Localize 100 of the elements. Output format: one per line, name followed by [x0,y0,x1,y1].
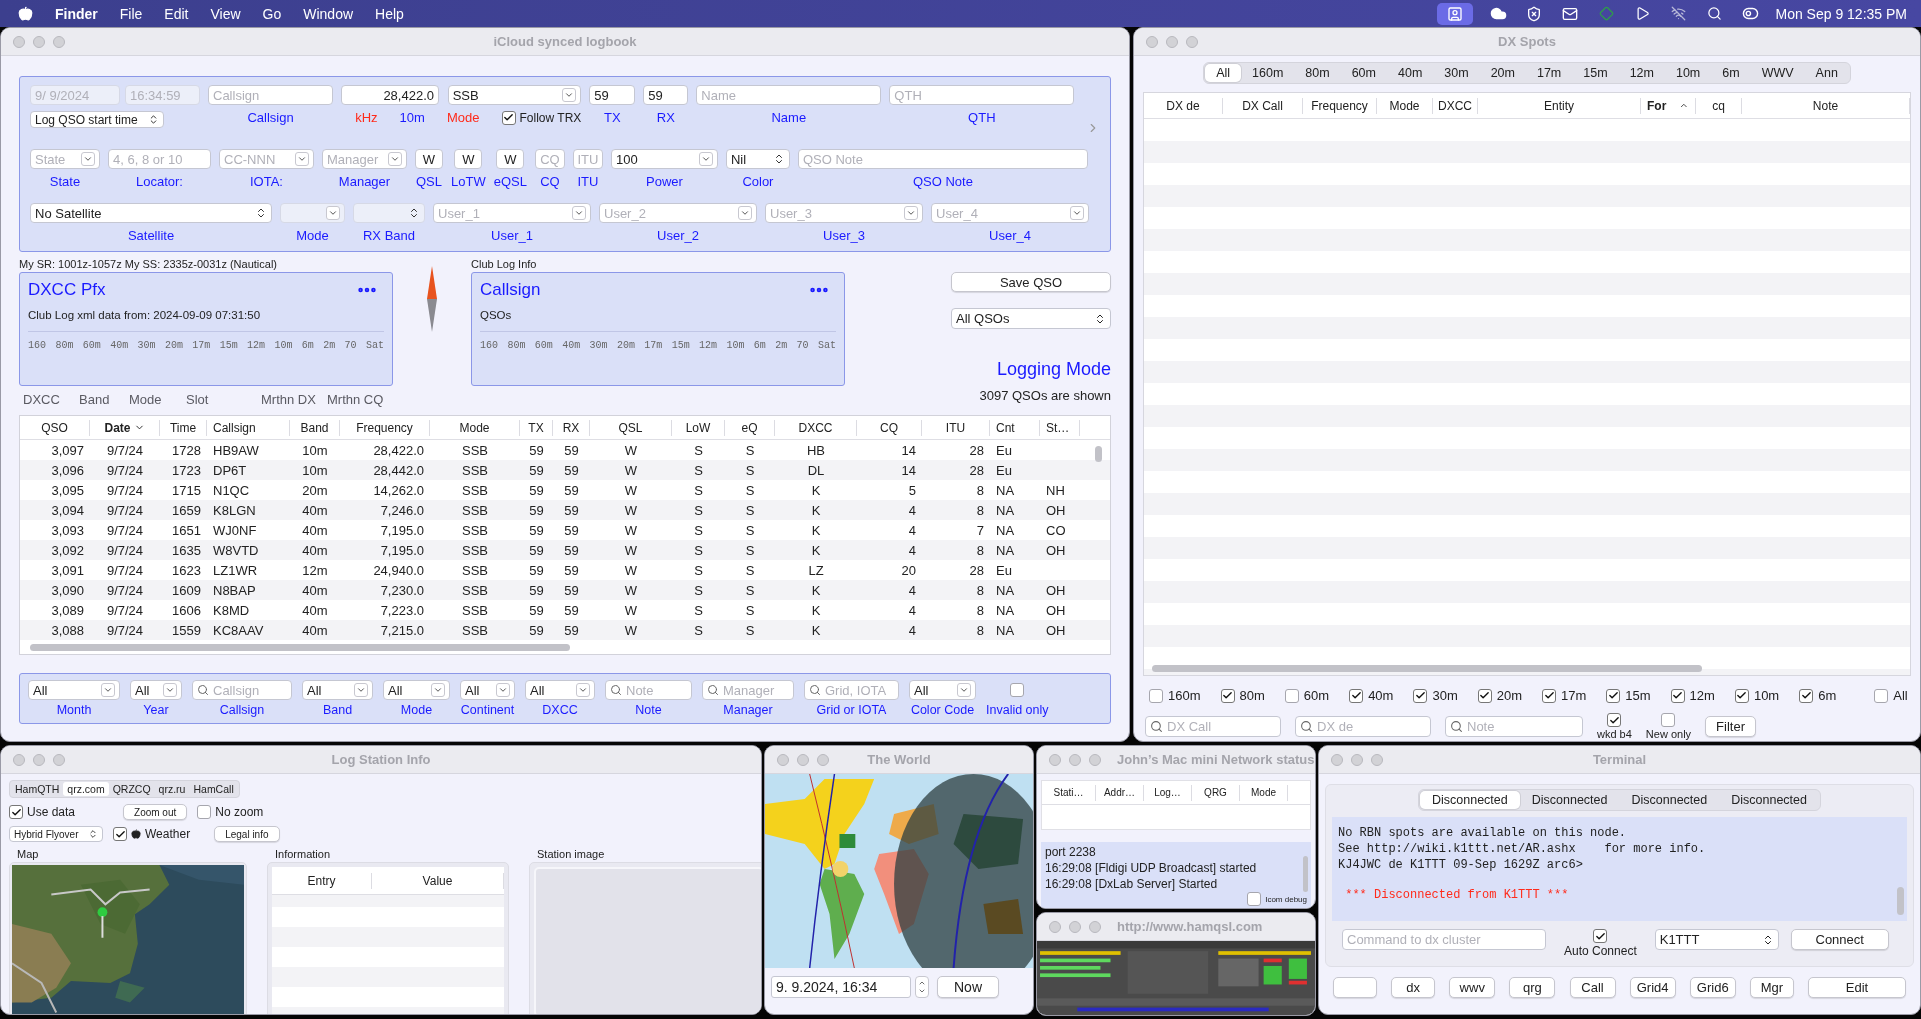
checkbox[interactable] [197,805,212,819]
column-header[interactable]: cq [1696,97,1742,114]
input-field[interactable]: W [496,149,525,169]
menu-item[interactable]: Edit [164,5,189,22]
command-button[interactable]: Mgr [1749,977,1794,998]
band-tab[interactable]: 17m [1525,64,1573,82]
band-tab[interactable]: All [1205,64,1242,82]
zoom-button[interactable] [1089,920,1101,933]
band-tab[interactable]: 12m [1618,64,1665,82]
legal-info-button[interactable]: Legal info [214,826,280,842]
table-row[interactable]: 3,096 9/7/24 1723 DP6T 10m 28,442.0 SSB 59 59 W S S DL 14 28 Eu [20,460,1110,480]
menu-item[interactable]: File [119,5,143,22]
minimize-button[interactable] [33,35,45,48]
column-header[interactable]: DXCC [775,419,857,436]
column-header[interactable]: Note [1742,97,1910,114]
node-select[interactable]: K1TTT [1654,929,1779,950]
input-field[interactable]: W [454,149,483,169]
filter-select[interactable]: All [525,680,595,700]
zoom-out-button[interactable]: Zoom out [123,804,188,820]
column-header[interactable]: Time [160,419,207,436]
close-button[interactable] [1049,753,1061,766]
table-row[interactable]: 3,090 9/7/24 1609 N8BAP 40m 7,230.0 SSB 59 59 W S S K 4 8 NA OH [20,580,1110,600]
checkbox[interactable] [1799,688,1814,703]
checkbox[interactable] [1874,688,1889,703]
stepper[interactable] [915,976,929,998]
command-button[interactable]: dx [1391,977,1436,998]
column-header[interactable]: eQ [725,419,775,436]
column-header[interactable]: DX de [1144,97,1223,114]
band-tab[interactable]: 30m [1433,64,1480,82]
minimize-button[interactable] [1166,35,1178,48]
column-header[interactable]: QSL [590,419,672,436]
band-tab[interactable]: WWV [1750,64,1805,82]
band-tab[interactable]: 60m [1340,64,1387,82]
checkbox[interactable] [501,110,516,125]
close-button[interactable] [1331,753,1343,766]
input-field[interactable]: 28,422.0 [341,85,439,105]
command-button[interactable]: Grid4 [1629,977,1676,998]
minimize-button[interactable] [1069,920,1081,933]
band-tab[interactable]: 160m [1241,64,1295,82]
column-header[interactable]: Stati… [1042,784,1096,801]
apple-menu-icon[interactable] [18,6,33,21]
filter-select[interactable]: All [28,680,120,700]
connection-tab[interactable]: Disconnected [1519,791,1620,809]
select-field[interactable]: Nil [725,149,790,169]
app-menu[interactable]: Finder [55,5,98,22]
zoom-button[interactable] [53,35,65,48]
band-tab[interactable]: 10m [1664,64,1712,82]
command-button[interactable]: Grid6 [1689,977,1736,998]
input-field[interactable]: 59 [643,85,689,105]
checkbox[interactable] [113,827,127,841]
zoom-button[interactable] [53,753,65,766]
select-field[interactable]: SSB [447,85,581,105]
column-header[interactable]: DX Call [1223,97,1303,114]
table-row[interactable]: 3,094 9/7/24 1659 K8LGN 40m 7,246.0 SSB 59 59 W S S K 4 8 NA OH [20,500,1110,520]
source-tab[interactable]: qrz.ru [154,782,190,796]
close-button[interactable] [1049,920,1061,933]
checkbox[interactable] [1349,688,1364,703]
column-header[interactable]: Value [372,872,504,889]
column-header[interactable]: Entry [272,872,372,889]
connection-tab[interactable]: Disconnected [1719,791,1819,809]
now-button[interactable]: Now [937,976,999,998]
filter-select[interactable]: All [302,680,373,700]
command-button[interactable]: qrg [1509,977,1556,998]
input-field[interactable]: W [415,149,443,169]
scrollbar[interactable] [1897,887,1904,915]
close-button[interactable] [777,753,789,766]
close-button[interactable] [13,753,25,766]
column-header[interactable]: QRG [1192,784,1240,801]
source-tab[interactable]: HamQTH [11,782,64,796]
column-header[interactable]: Mode [430,419,520,436]
scrollbar[interactable] [1095,446,1102,462]
select-field[interactable]: 100 [610,149,718,169]
filter-button[interactable]: Filter [1705,716,1756,737]
source-tab[interactable]: QRZCQ [108,782,155,796]
band-tab[interactable]: 15m [1572,64,1619,82]
scrollbar[interactable] [30,644,570,651]
status-item[interactable] [1437,2,1474,25]
minimize-button[interactable] [33,753,45,766]
band-tab[interactable]: 80m [1294,64,1341,82]
view-select[interactable]: All QSOs [951,308,1111,329]
minimize-button[interactable] [797,753,809,766]
command-button[interactable]: wwv [1449,977,1496,998]
checkbox[interactable] [1477,688,1492,703]
filter-select[interactable]: All [130,680,182,700]
band-tab[interactable]: Ann [1804,64,1849,82]
minimize-button[interactable] [1351,753,1363,766]
date-time-field[interactable]: 9. 9.2024, 16:34 [771,976,911,998]
column-header[interactable]: Cnt [990,419,1040,436]
menu-item[interactable]: View [210,5,241,22]
column-header[interactable]: QSO [20,419,90,436]
column-header[interactable]: Mode [1377,97,1433,114]
checkbox[interactable] [1220,688,1235,703]
connection-tab[interactable]: Disconnected [1420,791,1520,809]
source-tab[interactable]: qrz.com [63,782,109,796]
checkbox[interactable] [1670,688,1685,703]
column-header[interactable]: TX [520,419,553,436]
checkbox[interactable] [1247,892,1262,906]
menu-item[interactable]: Window [303,5,354,22]
blank-button[interactable] [1333,977,1377,998]
column-header[interactable]: St… [1040,419,1080,436]
